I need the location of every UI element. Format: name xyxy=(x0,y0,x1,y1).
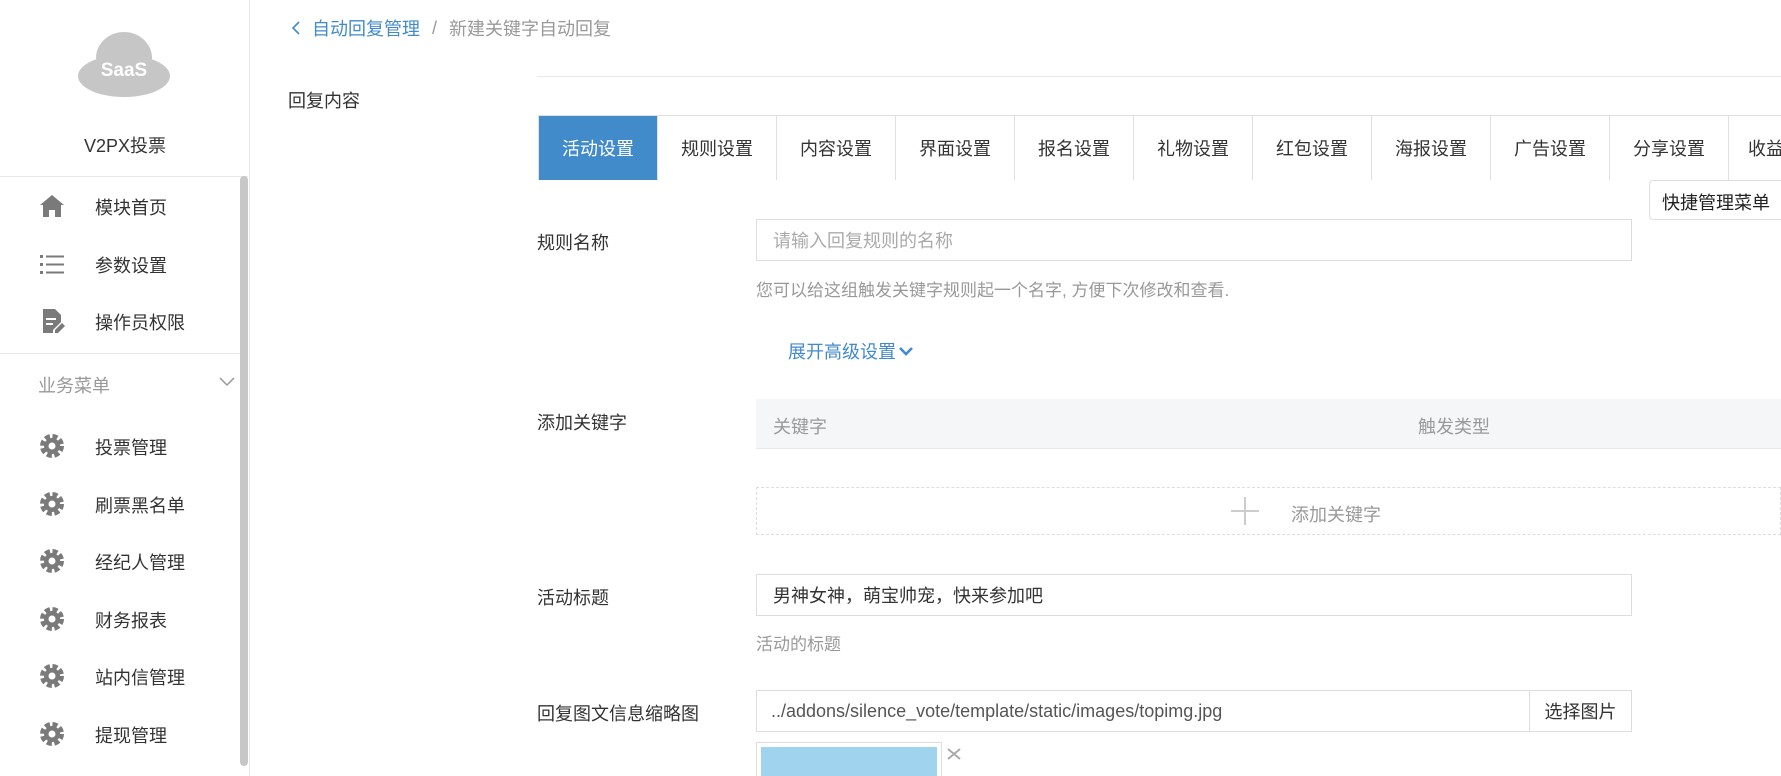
sidebar-item-label: 财务报表 xyxy=(95,611,167,631)
app-name: V2PX投票 xyxy=(83,136,167,156)
sidebar-item-label: 经纪人管理 xyxy=(95,553,185,573)
sidebar-item-label: 提现管理 xyxy=(95,726,167,746)
tab-content-settings[interactable]: 内容设置 xyxy=(777,116,896,180)
sidebar-scrollbar[interactable] xyxy=(240,176,248,766)
expand-advanced-label: 展开高级设置 xyxy=(788,342,896,362)
quick-menu-button[interactable]: 快捷管理菜单 xyxy=(1649,180,1781,220)
sidebar-item-label: 参数设置 xyxy=(95,256,167,276)
chevron-left-icon[interactable] xyxy=(290,19,302,37)
chevron-down-icon xyxy=(899,347,913,356)
column-trigger-type: 触发类型 xyxy=(1418,417,1490,437)
breadcrumb-parent-link[interactable]: 自动回复管理 xyxy=(312,15,420,41)
sidebar-item-module-home[interactable]: 模块首页 xyxy=(0,180,240,230)
chevron-down-icon[interactable] xyxy=(218,372,236,390)
thumbnail-path-input[interactable]: ../addons/silence_vote/template/static/i… xyxy=(757,691,1529,731)
gear-icon xyxy=(40,607,64,631)
sidebar-group-title[interactable]: 业务菜单 xyxy=(38,372,110,398)
breadcrumb-current: 新建关键字自动回复 xyxy=(449,19,612,39)
thumbnail-label: 回复图文信息缩略图 xyxy=(537,704,699,724)
logo-text: SaaS xyxy=(100,60,148,81)
thumbnail-preview xyxy=(756,742,942,776)
thumbnail-input-group: ../addons/silence_vote/template/static/i… xyxy=(756,690,1632,732)
tab-signup-settings[interactable]: 报名设置 xyxy=(1015,116,1134,180)
document-edit-icon xyxy=(43,309,65,333)
sidebar-item-label: 刷票黑名单 xyxy=(95,496,185,516)
sidebar-divider xyxy=(0,176,248,177)
section-label-reply-content: 回复内容 xyxy=(288,91,360,111)
list-icon xyxy=(40,255,64,274)
gear-icon xyxy=(40,549,64,573)
sidebar-item-label: 操作员权限 xyxy=(95,313,185,333)
rule-name-input[interactable]: 请输入回复规则的名称 xyxy=(756,219,1632,261)
breadcrumb-separator: / xyxy=(432,17,438,38)
expand-advanced-link[interactable]: 展开高级设置 xyxy=(788,338,914,364)
column-keyword: 关键字 xyxy=(773,417,827,437)
sidebar-item-operator-permissions[interactable]: 操作员权限 xyxy=(0,295,240,345)
tab-gift-settings[interactable]: 礼物设置 xyxy=(1134,116,1253,180)
tab-revenue[interactable]: 收益 xyxy=(1729,116,1781,180)
gear-icon xyxy=(40,492,64,516)
sidebar-item-vote-management[interactable]: 投票管理 xyxy=(0,420,240,470)
settings-tabs: 活动设置 规则设置 内容设置 界面设置 报名设置 礼物设置 红包设置 海报设置 … xyxy=(538,115,1781,180)
sidebar-item-agent-management[interactable]: 经纪人管理 xyxy=(0,535,240,585)
saas-logo: SaaS xyxy=(76,28,172,98)
tab-rule-settings[interactable]: 规则设置 xyxy=(658,116,777,180)
plus-icon xyxy=(1231,497,1259,525)
activity-title-help: 活动的标题 xyxy=(756,635,841,654)
activity-title-input[interactable]: 男神女神，萌宝帅宠，快来参加吧 xyxy=(756,574,1632,616)
sidebar-item-financial-report[interactable]: 财务报表 xyxy=(0,593,240,643)
tab-interface-settings[interactable]: 界面设置 xyxy=(896,116,1015,180)
content-divider xyxy=(537,76,1781,77)
keyword-table-header: 关键字 触发类型 xyxy=(756,399,1781,449)
add-keyword-button[interactable]: 添加关键字 xyxy=(756,487,1781,535)
sidebar-item-label: 模块首页 xyxy=(95,198,167,218)
select-image-button[interactable]: 选择图片 xyxy=(1529,691,1631,731)
gear-icon xyxy=(40,434,64,458)
gear-icon xyxy=(40,722,64,746)
tab-ad-settings[interactable]: 广告设置 xyxy=(1491,116,1610,180)
add-keyword-label: 添加关键字 xyxy=(537,413,627,433)
sidebar-divider xyxy=(0,353,248,354)
close-icon[interactable] xyxy=(944,744,964,764)
sidebar-item-withdrawal-management[interactable]: 提现管理 xyxy=(0,708,240,758)
tab-redpacket-settings[interactable]: 红包设置 xyxy=(1253,116,1372,180)
sidebar-item-site-messages[interactable]: 站内信管理 xyxy=(0,650,240,700)
add-keyword-text: 添加关键字 xyxy=(1291,505,1381,525)
sidebar-item-blacklist[interactable]: 刷票黑名单 xyxy=(0,478,240,528)
sidebar: SaaS V2PX投票 模块首页 参数设置 操作员权限 业务菜单 投票管理 刷票… xyxy=(0,0,250,776)
breadcrumb: 自动回复管理 / 新建关键字自动回复 xyxy=(290,15,611,41)
tab-share-settings[interactable]: 分享设置 xyxy=(1610,116,1729,180)
rule-name-help: 您可以给这组触发关键字规则起一个名字, 方便下次修改和查看. xyxy=(756,281,1230,300)
home-icon xyxy=(40,195,64,217)
sidebar-item-label: 站内信管理 xyxy=(95,668,185,688)
rule-name-label: 规则名称 xyxy=(537,233,609,253)
sidebar-item-params[interactable]: 参数设置 xyxy=(0,238,240,288)
tab-activity-settings[interactable]: 活动设置 xyxy=(539,116,658,180)
gear-icon xyxy=(40,664,64,688)
thumbnail-image xyxy=(761,747,937,776)
sidebar-item-label: 投票管理 xyxy=(95,438,167,458)
tab-poster-settings[interactable]: 海报设置 xyxy=(1372,116,1491,180)
activity-title-label: 活动标题 xyxy=(537,588,609,608)
